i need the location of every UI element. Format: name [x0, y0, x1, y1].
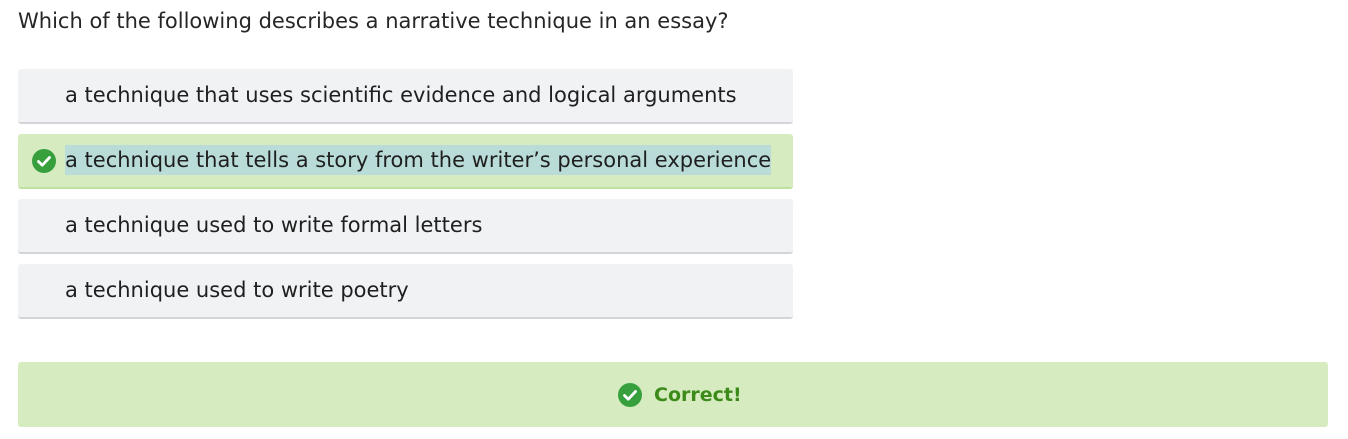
answer-option-label: a technique that tells a story from the …	[65, 145, 772, 175]
feedback-banner: Correct!	[18, 362, 1328, 427]
question-text: Which of the following describes a narra…	[18, 9, 729, 33]
answer-options: a technique that uses scientific evidenc…	[18, 69, 793, 329]
answer-option-selected[interactable]: a technique that tells a story from the …	[18, 134, 793, 189]
answer-option[interactable]: a technique used to write formal letters	[18, 199, 793, 254]
answer-option[interactable]: a technique that uses scientific evidenc…	[18, 69, 793, 124]
feedback-text: Correct!	[654, 384, 742, 406]
answer-option-label: a technique that uses scientific evidenc…	[65, 83, 737, 107]
answer-option-label: a technique used to write poetry	[65, 278, 409, 302]
check-circle-icon	[32, 149, 56, 173]
answer-option[interactable]: a technique used to write poetry	[18, 264, 793, 319]
answer-option-label: a technique used to write formal letters	[65, 213, 483, 237]
check-circle-icon	[618, 383, 642, 407]
